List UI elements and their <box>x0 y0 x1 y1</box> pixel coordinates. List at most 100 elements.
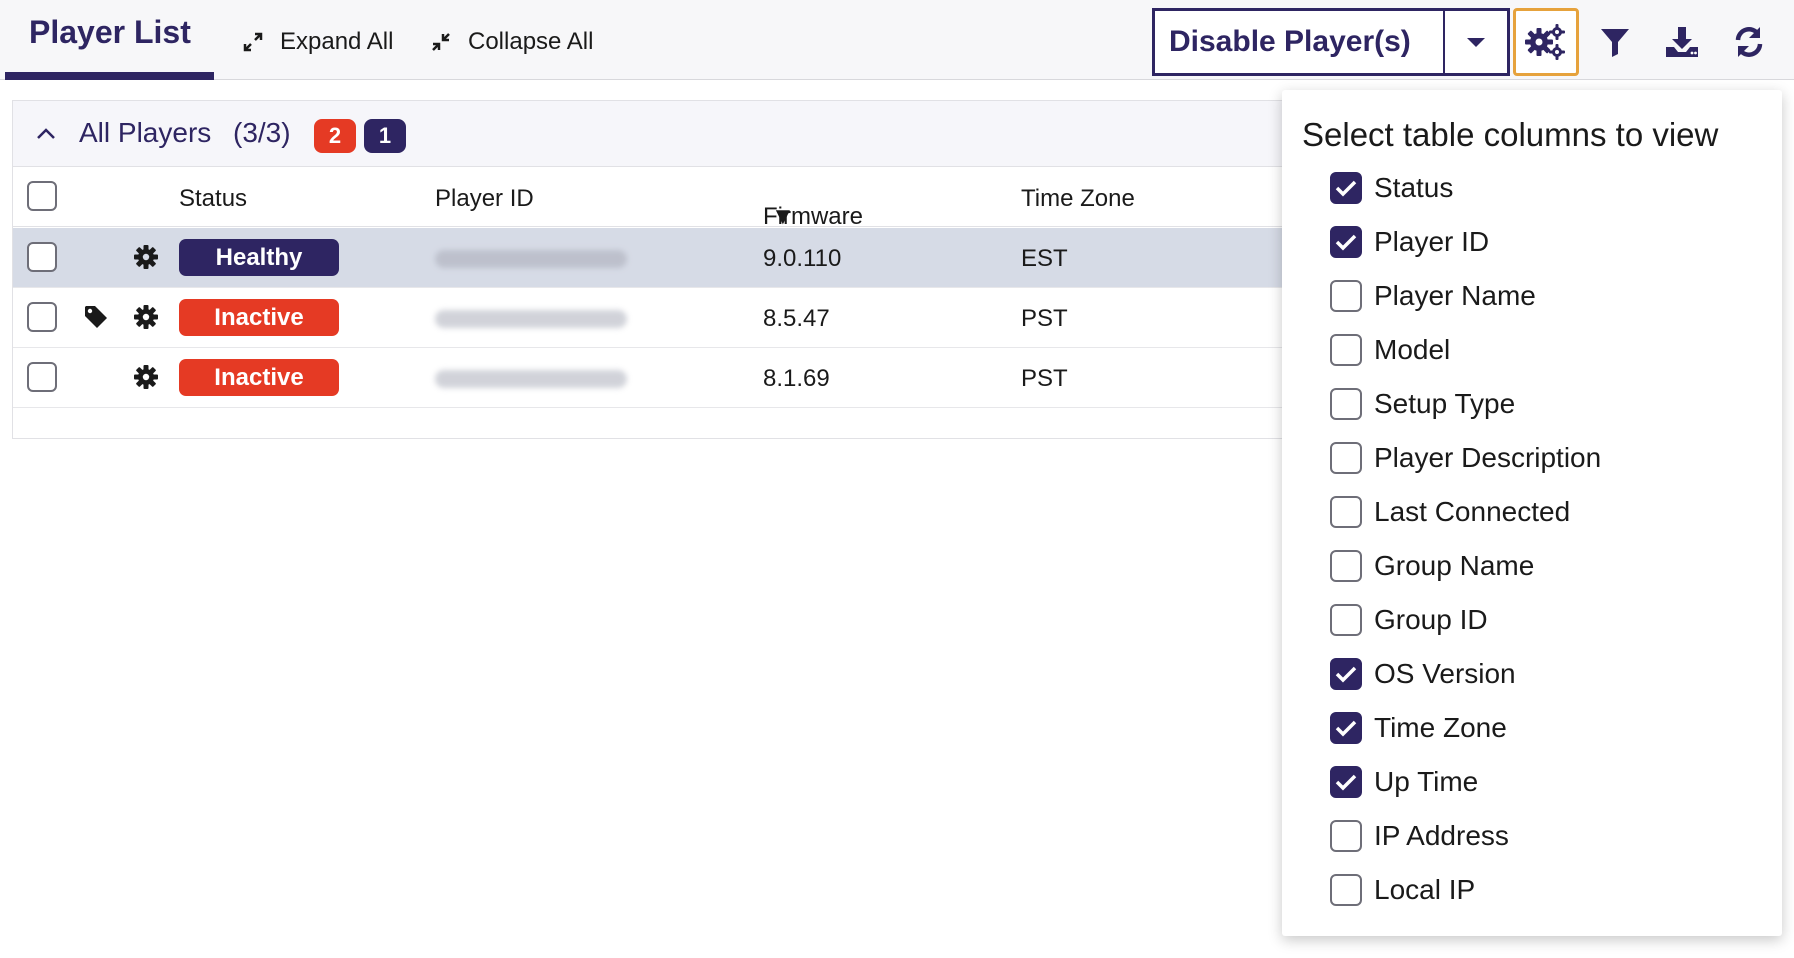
column-option-label: Model <box>1374 334 1451 365</box>
column-option-label: Up Time <box>1374 766 1479 797</box>
column-settings-icon <box>1525 24 1565 60</box>
column-option-player-id[interactable]: Player ID <box>1330 222 1489 262</box>
row-checkbox[interactable] <box>27 242 57 272</box>
column-option-label: Group Name <box>1374 550 1535 581</box>
column-option-checkbox[interactable] <box>1330 334 1362 366</box>
column-option-status[interactable]: Status <box>1330 168 1453 208</box>
player-id-redacted <box>435 250 627 268</box>
column-option-setup-type[interactable]: Setup Type <box>1330 384 1515 424</box>
healthy-count-badge: 1 <box>364 119 406 153</box>
column-option-ip-address[interactable]: IP Address <box>1330 816 1509 856</box>
refresh-icon <box>1735 27 1763 57</box>
column-option-player-name[interactable]: Player Name <box>1330 276 1536 316</box>
row-checkbox[interactable] <box>27 362 57 392</box>
column-option-checkbox[interactable] <box>1330 496 1362 528</box>
expand-all-label: Expand All <box>280 28 394 55</box>
time-zone-cell: EST <box>1021 245 1068 272</box>
expand-all-button[interactable]: Expand All <box>240 24 393 60</box>
column-option-label: Player ID <box>1374 226 1490 257</box>
column-chooser-title: Select table columns to view <box>1302 116 1719 153</box>
disable-players-button[interactable]: Disable Player(s) <box>1155 11 1443 73</box>
column-option-label: OS Version <box>1374 658 1516 689</box>
disable-players-dropdown-toggle[interactable] <box>1445 11 1507 73</box>
toolbar: Player List Expand All Collapse All Disa… <box>0 0 1794 80</box>
column-option-label: Group ID <box>1374 604 1488 635</box>
column-header-time-zone[interactable]: Time Zone <box>1021 185 1135 213</box>
filter-button[interactable] <box>1582 8 1648 76</box>
expand-icon <box>240 29 266 55</box>
column-option-checkbox[interactable] <box>1330 658 1362 690</box>
column-option-player-description[interactable]: Player Description <box>1330 438 1601 478</box>
firmware-cell: 8.5.47 <box>763 305 830 332</box>
chevron-up-icon[interactable] <box>33 121 59 147</box>
column-option-checkbox[interactable] <box>1330 604 1362 636</box>
column-option-label: Player Name <box>1374 280 1536 311</box>
column-option-checkbox[interactable] <box>1330 712 1362 744</box>
column-chooser-panel: Select table columns to view Status Playe… <box>1282 90 1782 936</box>
table-header-row: Status Player ID Firmware ▼ Time Zone <box>13 167 1293 230</box>
inactive-count-badge: 2 <box>314 119 356 153</box>
column-option-checkbox[interactable] <box>1330 874 1362 906</box>
group-header[interactable]: All Players (3/3) 2 1 <box>13 101 1293 167</box>
column-header-status[interactable]: Status <box>179 185 247 213</box>
column-option-up-time[interactable]: Up Time <box>1330 762 1478 802</box>
column-option-last-connected[interactable]: Last Connected <box>1330 492 1570 532</box>
gear-icon[interactable] <box>133 304 159 330</box>
select-all-checkbox[interactable] <box>27 181 57 211</box>
collapse-icon <box>428 29 454 55</box>
active-tab-indicator <box>5 72 214 80</box>
download-icon <box>1666 27 1698 57</box>
disable-players-split-button: Disable Player(s) <box>1152 8 1510 76</box>
column-option-checkbox[interactable] <box>1330 226 1362 258</box>
table-row[interactable]: Inactive 8.5.47 PST <box>13 288 1293 348</box>
download-button[interactable] <box>1649 8 1715 76</box>
group-count: (3/3) <box>233 117 291 148</box>
player-table-panel: All Players (3/3) 2 1 Status Player ID F… <box>12 100 1294 439</box>
tag-icon[interactable] <box>83 304 109 330</box>
table-row[interactable]: Inactive 8.1.69 PST <box>13 348 1293 408</box>
column-option-checkbox[interactable] <box>1330 388 1362 420</box>
row-checkbox[interactable] <box>27 302 57 332</box>
table-row[interactable]: Healthy 9.0.110 EST <box>13 228 1293 288</box>
column-option-checkbox[interactable] <box>1330 280 1362 312</box>
column-option-label: IP Address <box>1374 820 1509 851</box>
column-option-checkbox[interactable] <box>1330 550 1362 582</box>
caret-down-icon <box>1467 38 1485 47</box>
column-option-model[interactable]: Model <box>1330 330 1450 370</box>
time-zone-cell: PST <box>1021 365 1068 392</box>
column-option-local-ip[interactable]: Local IP <box>1330 870 1475 910</box>
checkmark-icon <box>1335 234 1357 251</box>
player-id-redacted <box>435 310 627 328</box>
column-option-label: Player Description <box>1374 442 1602 473</box>
column-option-group-name[interactable]: Group Name <box>1330 546 1534 586</box>
status-badge: Healthy <box>179 239 339 276</box>
checkmark-icon <box>1335 720 1357 737</box>
column-settings-button[interactable] <box>1513 8 1579 76</box>
firmware-cell: 9.0.110 <box>763 245 842 272</box>
column-option-checkbox[interactable] <box>1330 442 1362 474</box>
column-option-os-version[interactable]: OS Version <box>1330 654 1516 694</box>
checkmark-icon <box>1335 666 1357 683</box>
column-header-player-id[interactable]: Player ID <box>435 185 534 213</box>
column-option-group-id[interactable]: Group ID <box>1330 600 1488 640</box>
sort-descending-icon: ▼ <box>771 203 795 230</box>
status-badge: Inactive <box>179 299 339 336</box>
column-option-time-zone[interactable]: Time Zone <box>1330 708 1507 748</box>
refresh-button[interactable] <box>1716 8 1782 76</box>
column-option-label: Local IP <box>1374 874 1476 905</box>
gear-icon[interactable] <box>133 244 159 270</box>
group-title: All Players <box>79 117 212 148</box>
column-option-label: Status <box>1374 172 1454 203</box>
column-option-checkbox[interactable] <box>1330 172 1362 204</box>
tab-player-list[interactable]: Player List <box>29 14 191 51</box>
filter-icon <box>1601 29 1629 57</box>
status-badge: Inactive <box>179 359 339 396</box>
gear-icon[interactable] <box>133 364 159 390</box>
column-option-label: Last Connected <box>1374 496 1571 527</box>
firmware-cell: 8.1.69 <box>763 365 830 392</box>
column-option-label: Time Zone <box>1374 712 1507 743</box>
time-zone-cell: PST <box>1021 305 1068 332</box>
column-option-checkbox[interactable] <box>1330 766 1362 798</box>
column-option-checkbox[interactable] <box>1330 820 1362 852</box>
collapse-all-button[interactable]: Collapse All <box>428 24 593 60</box>
